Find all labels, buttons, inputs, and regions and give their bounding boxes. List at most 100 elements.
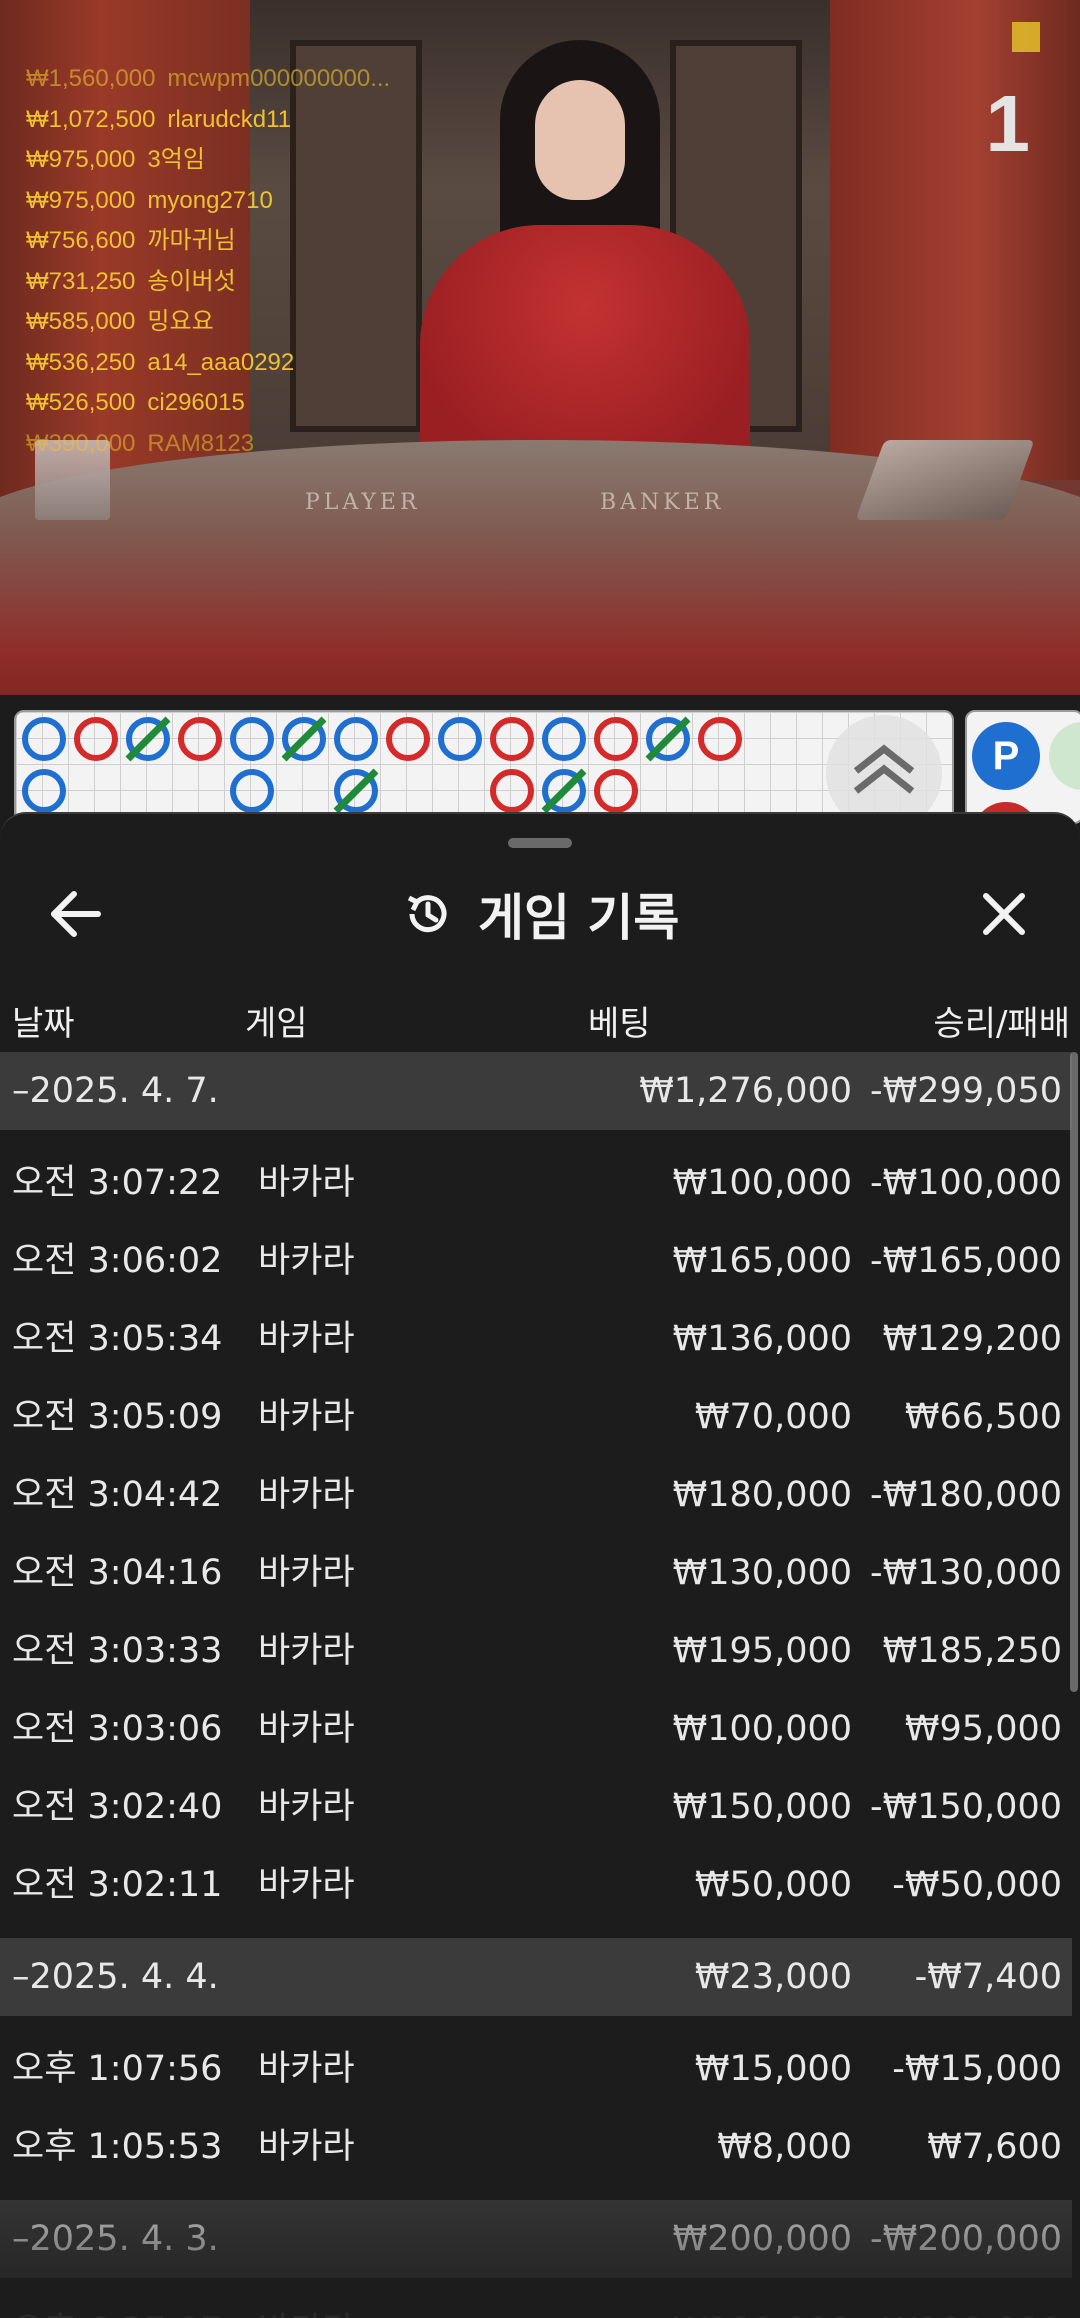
row-spacer [0,2016,1072,2030]
sheet-title: 게임 기록 [478,889,680,947]
row-time: 오전 3:05:34 [12,1319,223,1359]
history-row[interactable]: 오후 1:05:53 바카라 ₩8,000 ₩7,600 [0,2108,1072,2186]
history-row[interactable]: 오전 3:02:40 바카라 ₩150,000 -₩150,000 [0,1768,1072,1846]
row-win-loss: ₩95,000 [904,1709,1062,1749]
row-bet: ₩100,000 [673,2292,852,2318]
history-row[interactable]: 오전 3:06:02 바카라 ₩165,000 -₩165,000 [0,1222,1072,1300]
winner-row: ₩756,600 까마귀님 [26,220,390,261]
sheet-header: 게임 기록 [0,874,1080,954]
sheet-title-group: 게임 기록 [400,882,679,947]
winner-name: myong2710 [147,186,273,214]
history-row[interactable]: 오후 6:27:07 바카라 ₩100,000 -₩100,000 [0,2292,1072,2318]
row-game: 바카라 [258,1397,355,1437]
close-button[interactable] [976,886,1032,942]
row-win-loss: -₩50,000 [892,1865,1062,1905]
column-header-game: 게임 [245,1004,308,1044]
card-shoe [855,440,1035,520]
winner-row: ₩975,000 myong2710 [26,180,390,221]
winner-amount: ₩585,000 [26,308,136,335]
row-game: 바카라 [258,1163,355,1203]
winner-name: 까마귀님 [147,227,236,254]
group-bet-total: ₩200,000 [672,2219,852,2259]
winner-name: rlarudckd11 [167,105,292,133]
date-group-row[interactable]: –2025. 4. 7. ₩1,276,000 -₩299,050 [0,1052,1072,1130]
winner-amount: ₩1,072,500 [26,105,156,133]
back-button[interactable] [48,888,104,940]
history-row[interactable]: 오전 3:04:42 바카라 ₩180,000 -₩180,000 [0,1456,1072,1534]
row-game: 바카라 [258,2127,355,2167]
winner-amount: ₩536,250 [26,348,136,376]
winner-row: ₩390,000 RAM8123 [26,423,390,464]
banker-bead [594,717,638,761]
flag-icon [1012,22,1040,52]
row-game: 바카라 [258,1787,355,1827]
row-bet: ₩150,000 [672,1787,852,1827]
player-bead [230,769,274,813]
player-bead [22,769,66,813]
winner-row: ₩731,250 송이버섯 [26,261,390,302]
history-row[interactable]: 오전 3:07:22 바카라 ₩100,000 -₩100,000 [0,1144,1072,1222]
row-bet: ₩195,000 [672,1631,852,1671]
history-icon [407,895,447,933]
player-bead [22,717,66,761]
winner-name: a14_aaa0292 [147,348,295,376]
row-game: 바카라 [258,1553,355,1593]
row-time: 오전 3:06:02 [12,1241,223,1281]
group-win-loss-total: -₩7,400 [914,1957,1062,1997]
player-bead [542,717,586,761]
winner-amount: ₩975,000 [26,146,136,173]
group-win-loss-total: -₩299,050 [870,1071,1062,1111]
sheet-drag-handle[interactable] [508,838,572,848]
winner-name: 송이버섯 [147,267,236,295]
history-row[interactable]: 오전 3:03:06 바카라 ₩100,000 ₩95,000 [0,1690,1072,1768]
banker-bead [594,769,638,813]
row-time: 오전 3:04:42 [12,1475,223,1515]
scrollbar[interactable] [1070,1052,1078,1692]
winner-name: mcwpm000000000... [167,65,391,92]
history-row[interactable]: 오전 3:05:34 바카라 ₩136,000 ₩129,200 [0,1300,1072,1378]
background-wall-right [820,0,1080,480]
row-bet: ₩8,000 [717,2127,852,2167]
row-bet: ₩50,000 [694,1865,852,1905]
table-label-banker: BANKER [600,490,725,515]
row-win-loss: -₩15,000 [892,2049,1062,2089]
row-win-loss: -₩100,000 [870,1163,1062,1203]
history-row[interactable]: 오전 3:03:33 바카라 ₩195,000 ₩185,250 [0,1612,1072,1690]
banker-bead [178,717,222,761]
row-spacer [0,2278,1072,2292]
table-header: 날짜 게임 베팅 승리/패배 [0,984,1080,1054]
banker-bead [698,717,742,761]
history-row[interactable]: 오전 3:05:09 바카라 ₩70,000 ₩66,500 [0,1378,1072,1456]
history-row[interactable]: 오후 1:07:56 바카라 ₩15,000 -₩15,000 [0,2030,1072,2108]
winner-amount: ₩975,000 [26,186,136,214]
winner-row: ₩1,072,500 rlarudckd11 [26,99,390,140]
player-bead [230,717,274,761]
winner-amount: ₩1,560,000 [26,65,156,92]
group-bet-total: ₩1,276,000 [639,1071,852,1111]
banker-bead [386,717,430,761]
row-time: 오전 3:03:06 [12,1709,223,1749]
player-bead [334,717,378,761]
row-time: 오후 1:05:53 [12,2127,223,2167]
winner-row: ₩536,250 a14_aaa0292 [26,342,390,383]
date-group-row[interactable]: –2025. 4. 4. ₩23,000 -₩7,400 [0,1938,1072,2016]
history-list[interactable]: –2025. 4. 7. ₩1,276,000 -₩299,050 오전 3:07:2… [0,1052,1072,2318]
group-bet-total: ₩23,000 [694,1957,852,1997]
winners-list: ₩1,560,000 mcwpm000000000... ₩1,072,500 rla… [26,58,390,463]
history-row[interactable]: 오전 3:02:11 바카라 ₩50,000 -₩50,000 [0,1846,1072,1924]
row-bet: ₩100,000 [672,1163,852,1203]
row-win-loss: -₩150,000 [870,1787,1062,1827]
row-win-loss: -₩100,000 [870,2292,1062,2318]
row-time: 오후 1:07:56 [12,2049,223,2089]
column-header-bet: 베팅 [588,1004,651,1044]
group-date: –2025. 4. 3. [12,2219,219,2259]
row-spacer [0,1130,1072,1144]
row-time: 오전 3:03:33 [12,1631,223,1671]
row-time: 오전 3:05:09 [12,1397,223,1437]
group-win-loss-total: -₩200,000 [870,2219,1062,2259]
game-history-sheet: 게임 기록 날짜 게임 베팅 승리/패배 –2025. 4. 7. ₩1,276,… [0,812,1080,2318]
history-row[interactable]: 오전 3:04:16 바카라 ₩130,000 -₩130,000 [0,1534,1072,1612]
date-group-row[interactable]: –2025. 4. 3. ₩200,000 -₩200,000 [0,2200,1072,2278]
row-spacer [0,1924,1072,1938]
row-bet: ₩70,000 [694,1397,852,1437]
